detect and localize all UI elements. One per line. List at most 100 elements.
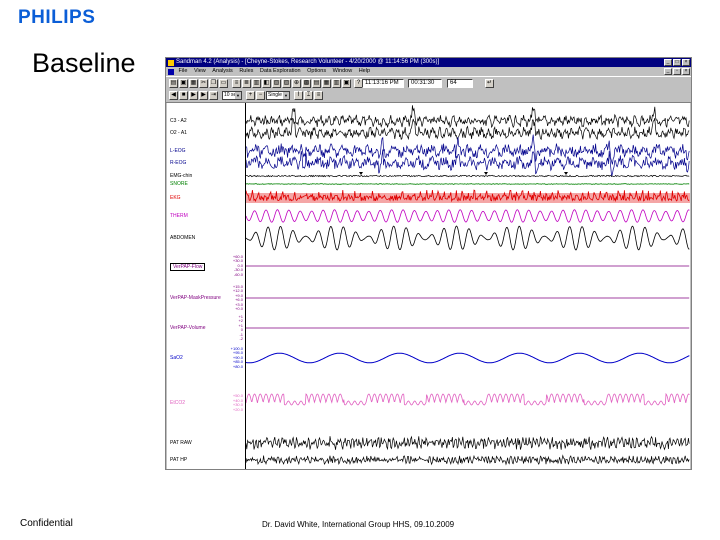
- report-icon[interactable]: ▥: [252, 79, 261, 88]
- open-icon[interactable]: ▤: [169, 79, 178, 88]
- trace-c3-a2: [246, 105, 690, 129]
- trace-abdomen: [246, 225, 690, 251]
- channel-scale: +50.0 +40.0 +30.0 +20.0: [232, 393, 243, 412]
- channel-label: R-EOG: [170, 160, 187, 166]
- channel-label: VerPAP-MaskPressure: [170, 295, 221, 301]
- chart-icon[interactable]: ▥: [332, 79, 341, 88]
- stop-icon[interactable]: ■: [179, 91, 188, 100]
- event-marker[interactable]: [359, 172, 363, 175]
- signal-traces: [246, 105, 690, 466]
- epoch-field[interactable]: 64: [447, 79, 473, 88]
- event-marker[interactable]: [484, 172, 488, 175]
- menu-options[interactable]: Options: [307, 68, 326, 74]
- doc-minimize-button[interactable]: _: [664, 68, 672, 75]
- channel-icon[interactable]: ≡: [314, 91, 323, 100]
- chevron-down-icon: ▼: [283, 92, 289, 99]
- document-icon: [168, 68, 174, 75]
- window-size-select[interactable]: 10 sec ▼: [222, 91, 242, 100]
- trace-r-eog: [246, 149, 690, 177]
- goto-icon[interactable]: ↵: [485, 79, 494, 88]
- stage-icon[interactable]: ≡: [232, 79, 241, 88]
- cut-icon[interactable]: ✂: [199, 79, 208, 88]
- channel-label: PAT RAW: [170, 440, 192, 446]
- channel-label: C3 - A2: [170, 118, 187, 124]
- menu-data-exploration[interactable]: Data Exploration: [260, 68, 301, 74]
- trace-snore: [246, 183, 690, 185]
- doc-close-button[interactable]: ×: [682, 68, 690, 75]
- maximize-button[interactable]: □: [673, 59, 681, 66]
- hypnogram-icon[interactable]: ≣: [242, 79, 251, 88]
- scale-tick: +0.0: [235, 306, 243, 311]
- trace-emg-chin: [246, 174, 690, 178]
- menu-analysis[interactable]: Analysis: [212, 68, 232, 74]
- channel-scale: +100.0 +95.0 +90.0 +85.0 +80.0: [231, 346, 243, 370]
- end-icon[interactable]: ⇥: [209, 91, 218, 100]
- montage-icon[interactable]: ▧: [272, 79, 281, 88]
- channel-label: VerPAP-Volume: [170, 325, 206, 331]
- scale-tick: +80.0: [232, 363, 243, 369]
- filter-icon[interactable]: ▨: [282, 79, 291, 88]
- zoom-out-icon[interactable]: −: [256, 91, 265, 100]
- clock-time-field[interactable]: 11:13:16 PM: [362, 79, 404, 88]
- scale-tick: -2: [239, 336, 243, 341]
- navigation-toolbar: ◀ ■ ▶ ▶ ⇥ 10 sec ▼ + − Single ▼ ⌇ ⌶ ≡: [166, 90, 691, 103]
- trace-o2-a1: [246, 117, 690, 141]
- close-button[interactable]: ×: [682, 59, 690, 66]
- trace-etco2: [246, 392, 690, 406]
- menu-help[interactable]: Help: [359, 68, 370, 74]
- trace-therm: [246, 209, 690, 223]
- chevron-down-icon: ▼: [235, 92, 241, 99]
- elapsed-time-field[interactable]: 00:31:30: [408, 79, 442, 88]
- cursor-icon[interactable]: ⌶: [304, 91, 313, 100]
- channel-label: THERM: [170, 213, 188, 219]
- channel-label-panel: C3 - A2 O2 - A1 L-EOG R-EOG EMG-chin SNORE EKG…: [167, 103, 246, 469]
- channel-label: L-EOG: [170, 148, 186, 154]
- minimize-button[interactable]: _: [664, 59, 672, 66]
- menu-window[interactable]: Window: [333, 68, 353, 74]
- marker-icon[interactable]: ⌇: [294, 91, 303, 100]
- print-icon[interactable]: ▦: [189, 79, 198, 88]
- event-marker[interactable]: [564, 172, 568, 175]
- trace-sao2: [246, 352, 690, 364]
- view-mode-value: Single: [268, 92, 282, 98]
- window-titlebar[interactable]: Sandman 4.2 (Analysis) - [Cheyne-Stokes,…: [166, 58, 691, 67]
- event-icon[interactable]: ◧: [262, 79, 271, 88]
- footer-confidential: Confidential: [20, 518, 73, 529]
- channel-label[interactable]: VerPAP-Flow: [170, 263, 206, 271]
- sandman-window: Sandman 4.2 (Analysis) - [Cheyne-Stokes,…: [165, 57, 692, 470]
- grid-icon[interactable]: ▩: [302, 79, 311, 88]
- next-icon[interactable]: ▶: [199, 91, 208, 100]
- doc-restore-button[interactable]: ▫: [673, 68, 681, 75]
- menu-bar: File View Analysis Rules Data Exploratio…: [166, 67, 691, 76]
- copy-icon[interactable]: ❐: [209, 79, 218, 88]
- settings-icon[interactable]: ▣: [342, 79, 351, 88]
- play-icon[interactable]: ▶: [189, 91, 198, 100]
- zoom-in-icon[interactable]: +: [246, 91, 255, 100]
- footer-credit: Dr. David White, International Group HHS…: [262, 520, 455, 529]
- slide-title: Baseline: [32, 48, 136, 78]
- channel-label: SNORE: [170, 181, 188, 187]
- trace-area[interactable]: [246, 103, 690, 469]
- spectrum-icon[interactable]: ▦: [322, 79, 331, 88]
- channel-label: ABDOMEN: [170, 235, 196, 241]
- scale-tick: -60.0: [233, 271, 243, 277]
- trace-pat-hp: [246, 454, 690, 466]
- table-icon[interactable]: ▤: [312, 79, 321, 88]
- trace-pat-raw: [246, 435, 690, 451]
- app-icon: [168, 59, 174, 66]
- menu-view[interactable]: View: [194, 68, 206, 74]
- montage-view: C3 - A2 O2 - A1 L-EOG R-EOG EMG-chin SNORE EKG…: [167, 103, 690, 469]
- zoom-icon[interactable]: ⊕: [292, 79, 301, 88]
- channel-label: EKG: [170, 195, 181, 201]
- channel-label: EtCO2: [170, 400, 186, 406]
- main-toolbar: ▤ ▣ ▦ ✂ ❐ ▭ ≡ ≣ ▥ ◧ ▧ ▨ ⊕ ▩ ▤ ▦ ▥ ▣ ? 11…: [166, 76, 691, 91]
- scale-tick: +20.0: [232, 406, 243, 412]
- paste-icon[interactable]: ▭: [219, 79, 228, 88]
- menu-file[interactable]: File: [179, 68, 188, 74]
- rewind-icon[interactable]: ◀: [169, 91, 178, 100]
- channel-label: EMG-chin: [170, 173, 193, 179]
- menu-rules[interactable]: Rules: [239, 68, 253, 74]
- view-mode-select[interactable]: Single ▼: [266, 91, 290, 100]
- save-icon[interactable]: ▣: [179, 79, 188, 88]
- channel-label: SaO2: [170, 355, 183, 361]
